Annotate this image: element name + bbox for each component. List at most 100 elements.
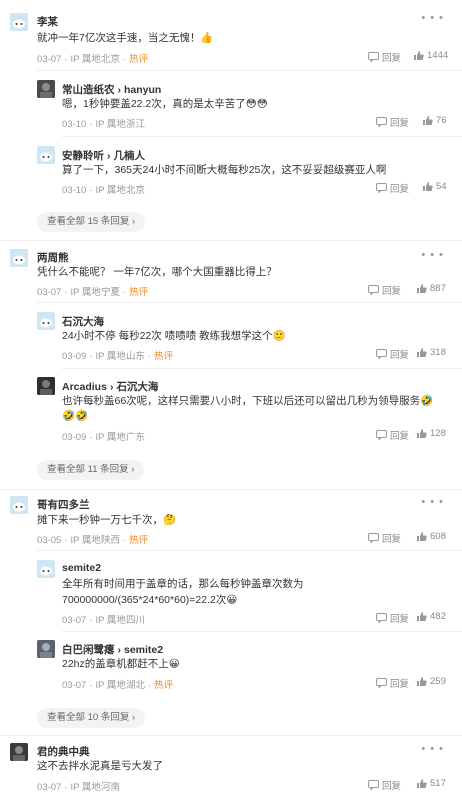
- avatar[interactable]: [37, 377, 55, 395]
- like-count: 482: [430, 611, 446, 622]
- divider: [0, 489, 462, 490]
- reply-meta: 03-09 · IP 属地广东: [62, 432, 145, 443]
- ip-label: IP 属地: [70, 54, 101, 65]
- ip-location: 北京: [100, 54, 120, 65]
- comment-text: 摊下来一秒钟一万七千次，🤔: [37, 514, 177, 526]
- reply-username[interactable]: 安静聆听 › 几楠人: [62, 148, 145, 163]
- reply-username[interactable]: semite2: [62, 562, 101, 574]
- reply-button[interactable]: 回复: [376, 115, 409, 129]
- reply-meta: 03-09 · IP 属地山东 · 热评: [62, 351, 174, 362]
- like-button[interactable]: 517: [416, 778, 446, 789]
- reply-button[interactable]: 回复: [368, 531, 401, 545]
- avatar[interactable]: [10, 743, 28, 761]
- reply-text: 也许每秒盖66次呢，这样只需要八小时，下班以后还可以留出几秒为领导服务🤣: [62, 395, 434, 407]
- reply-button[interactable]: 回复: [376, 676, 409, 690]
- more-options-icon[interactable]: • • •: [421, 496, 444, 508]
- comment-meta: 03-05 · IP 属地陕西 · 热评: [37, 535, 149, 546]
- reply-to-arrow: ›: [107, 150, 111, 162]
- reply-text-line2: 700000000/(365*24*60*60)=22.2次😀: [62, 594, 238, 606]
- thumbs-up-icon: [417, 348, 427, 357]
- reply-button[interactable]: 回复: [376, 347, 409, 361]
- reply-text-line2: 🤣🤣: [62, 410, 89, 422]
- thumbs-up-icon: [417, 779, 427, 788]
- more-options-icon[interactable]: • • •: [421, 743, 444, 755]
- avatar[interactable]: [37, 80, 55, 98]
- avatar[interactable]: [37, 146, 55, 164]
- comment-text: 凭什么不能呢？ 一年7亿次，哪个大国重器比得上？: [37, 266, 277, 278]
- avatar[interactable]: [37, 640, 55, 658]
- reply-icon: [376, 349, 387, 359]
- comment-meta: 03-07 · IP 属地宁夏 · 热评: [37, 287, 149, 298]
- reply-icon: [368, 285, 379, 295]
- like-button[interactable]: 54: [422, 181, 447, 192]
- avatar[interactable]: [10, 496, 28, 514]
- like-button[interactable]: 608: [416, 531, 446, 542]
- comment-date: 03-07: [37, 54, 62, 65]
- like-count: 517: [430, 778, 446, 789]
- like-button[interactable]: 887: [416, 283, 446, 294]
- reply-meta: 03-10 · IP 属地北京: [62, 185, 145, 196]
- reply-meta: 03-10 · IP 属地浙江: [62, 119, 145, 130]
- reply-username[interactable]: 白巴闲鹭瘪 › semite2: [62, 642, 163, 657]
- username[interactable]: 李某: [37, 14, 58, 29]
- view-all-replies-button[interactable]: 查看全部 11 条回复 ›: [37, 460, 145, 480]
- reply-button[interactable]: 回复: [376, 611, 409, 625]
- view-all-replies-button[interactable]: 查看全部 15 条回复 ›: [37, 212, 146, 232]
- reply-text: 全年所有时间用于盖章的话，那么每秒钟盖章次数为: [62, 578, 304, 590]
- comment-meta: 03-07 · IP 属地河南: [37, 782, 120, 793]
- avatar[interactable]: [37, 560, 55, 578]
- comment-text: 就冲一年7亿次这手速，当之无愧！👍: [37, 32, 214, 44]
- reply-button[interactable]: 回复: [376, 428, 409, 442]
- hot-badge: 热评: [129, 54, 149, 65]
- thumbs-up-icon: [417, 532, 427, 541]
- thumbs-up-icon: [423, 182, 433, 191]
- like-button[interactable]: 128: [416, 428, 446, 439]
- thumbs-up-icon: [417, 677, 427, 686]
- reply-icon: [368, 780, 379, 790]
- reply-username[interactable]: 石沉大海: [62, 314, 104, 329]
- view-all-replies-button[interactable]: 查看全部 10 条回复 ›: [37, 708, 146, 728]
- reply-username[interactable]: 常山造纸农 › hanyun: [62, 82, 161, 97]
- reply-button[interactable]: 回复: [376, 181, 409, 195]
- reply-to-arrow: ›: [117, 644, 122, 656]
- reply-icon: [376, 430, 387, 440]
- reply-icon: [368, 52, 379, 62]
- username[interactable]: 哥有四多兰: [37, 497, 90, 512]
- reply-username[interactable]: Arcadius › 石沉大海: [62, 379, 158, 394]
- divider: [0, 240, 462, 241]
- more-options-icon[interactable]: • • •: [421, 12, 444, 24]
- divider: [62, 631, 462, 632]
- like-count: 259: [430, 676, 446, 687]
- more-options-icon[interactable]: • • •: [421, 249, 444, 261]
- reply-to-user: hanyun: [124, 84, 162, 96]
- reply-text: 嗯，1秒钟要盖22.2次，真的是太辛苦了😳😳: [62, 98, 268, 110]
- thumbs-up-icon: [417, 284, 427, 293]
- like-button[interactable]: 259: [416, 676, 446, 687]
- reply-button[interactable]: 回复: [368, 50, 401, 64]
- like-button[interactable]: 318: [416, 347, 446, 358]
- reply-button[interactable]: 回复: [368, 283, 401, 297]
- reply-text: 24小时不停 每秒22次 啧啧啧 教练我想学这个🙂: [62, 330, 286, 342]
- divider: [37, 302, 462, 303]
- reply-icon: [376, 613, 387, 623]
- divider: [62, 136, 462, 137]
- thumbs-up-icon: [417, 429, 427, 438]
- avatar[interactable]: [37, 312, 55, 330]
- like-count: 128: [430, 428, 446, 439]
- thumbs-up-icon: [417, 612, 427, 621]
- username[interactable]: 君的典中典: [37, 744, 90, 759]
- hot-badge: 热评: [154, 680, 174, 691]
- comment-meta: 03-07 · IP 属地北京 · 热评: [37, 54, 149, 65]
- username[interactable]: 两周熊: [37, 250, 69, 265]
- reply-button[interactable]: 回复: [368, 778, 401, 792]
- like-count: 608: [430, 531, 446, 542]
- avatar[interactable]: [10, 13, 28, 31]
- like-count: 887: [430, 283, 446, 294]
- like-button[interactable]: 76: [422, 115, 447, 126]
- like-button[interactable]: 1444: [413, 50, 448, 61]
- avatar[interactable]: [10, 249, 28, 267]
- like-button[interactable]: 482: [416, 611, 446, 622]
- like-count: 76: [436, 115, 447, 126]
- reply-meta: 03-07 · IP 属地四川: [62, 615, 145, 626]
- reply-to-user: 石沉大海: [116, 381, 159, 393]
